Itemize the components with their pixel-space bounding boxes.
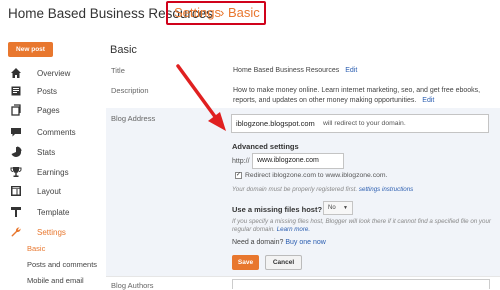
annotation-arrow-icon — [176, 64, 226, 131]
